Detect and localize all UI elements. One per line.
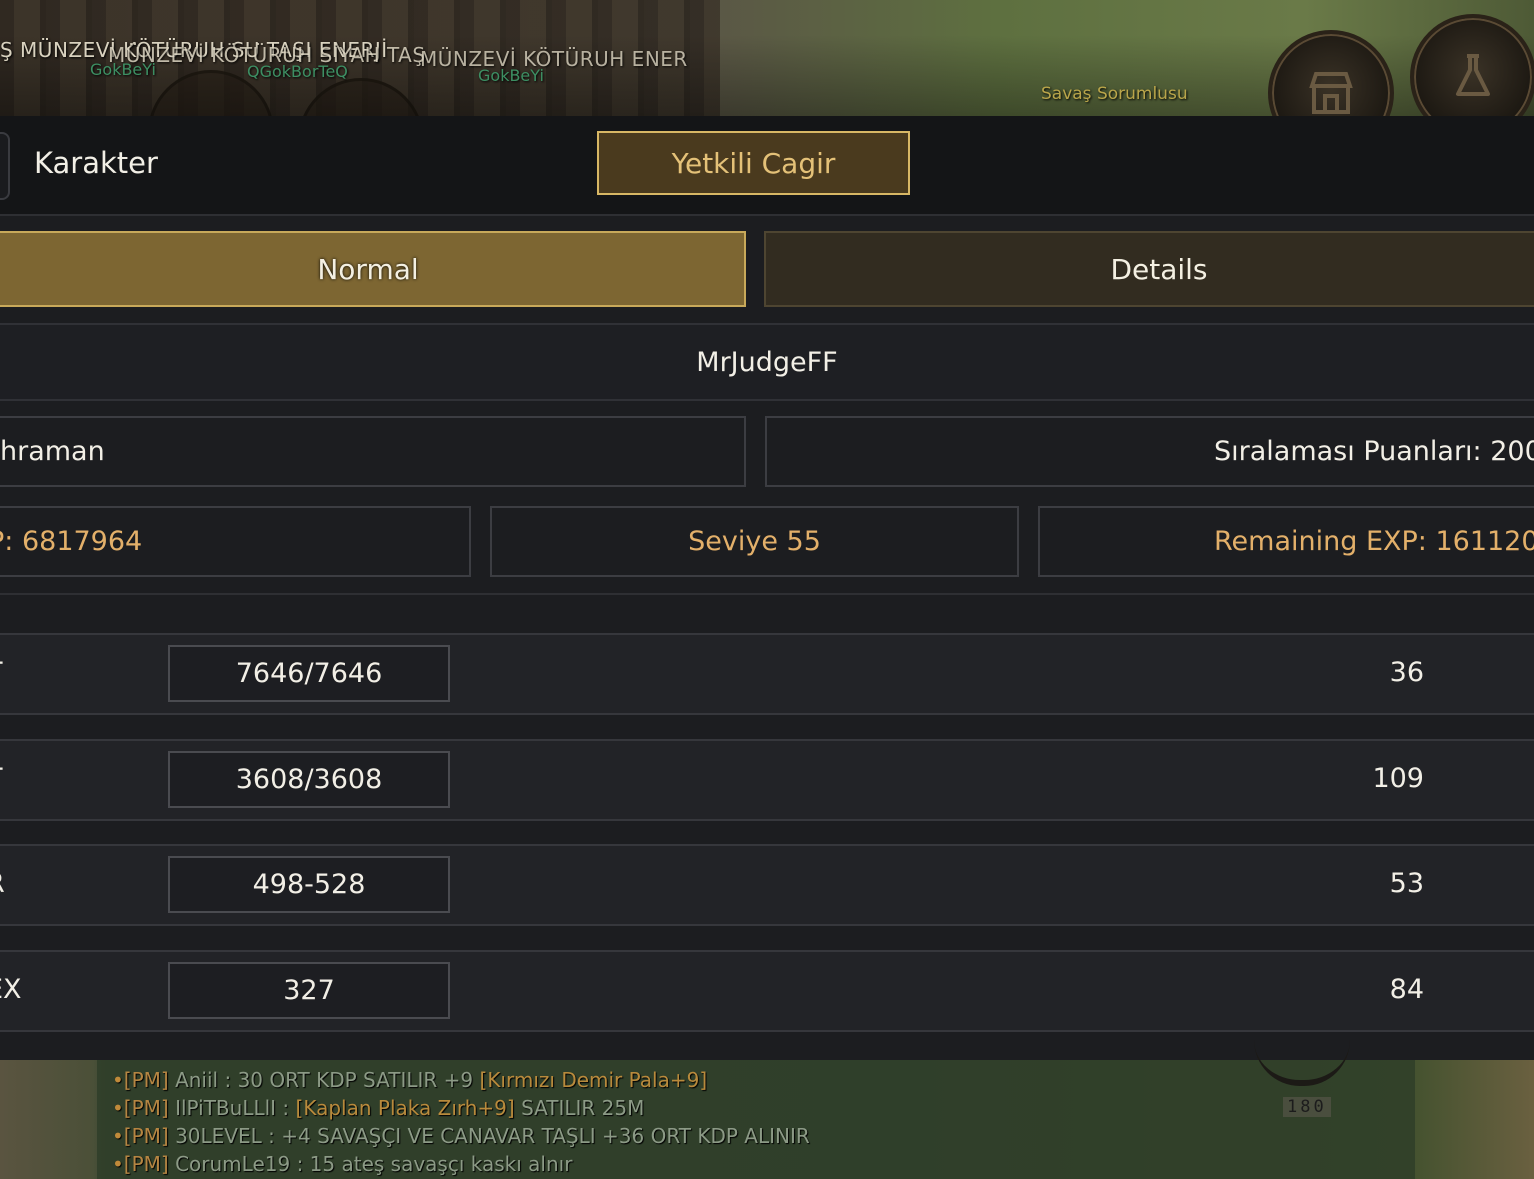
character-class: hraman [0, 416, 746, 487]
chat-sender[interactable]: Aniil : [175, 1068, 231, 1092]
chat-text: 15 ateş savaşçı kaskı alnır [309, 1152, 573, 1176]
panel-back-handle[interactable] [0, 132, 10, 200]
stat-label: T [0, 657, 3, 688]
stat-label: T [0, 763, 3, 794]
tab-details[interactable]: Details [764, 231, 1534, 307]
stat-value: 498-528 [168, 856, 450, 913]
stat-value: 327 [168, 962, 450, 1019]
stat-row: T 3608/3608 109 [0, 739, 1534, 821]
chat-sender[interactable]: CorumLe19 : [175, 1152, 303, 1176]
chat-channel-tag: [PM] [123, 1096, 169, 1120]
chat-channel-tag: [PM] [123, 1152, 169, 1176]
chat-sender[interactable]: IlPiTBuLLlI : [175, 1096, 289, 1120]
chat-bullet: • [112, 1068, 124, 1092]
chat-bullet: • [112, 1152, 124, 1176]
current-exp: P: 6817964 [0, 506, 471, 577]
stat-points: 109 [1372, 763, 1424, 794]
stat-row: R 498-528 53 [0, 844, 1534, 926]
stat-row: EX 327 84 [0, 950, 1534, 1032]
tab-normal[interactable]: Normal [0, 231, 746, 307]
ranking-points: Sıralaması Puanları: 2000 [765, 416, 1534, 487]
chat-message[interactable]: •[PM] CorumLe19 : 15 ateş savaşçı kaskı … [112, 1152, 572, 1176]
chat-text: +4 SAVAŞÇI VE CANAVAR TAŞLI +36 ORT KDP … [281, 1124, 810, 1148]
character-name: MrJudgeFF [0, 323, 1534, 401]
call-gm-button[interactable]: Yetkili Cagir [597, 131, 910, 195]
divider [0, 593, 1534, 595]
npc-name[interactable]: GokBeYi [478, 66, 544, 85]
chat-message[interactable]: •[PM] Aniil : 30 ORT KDP SATILIR +9 [Kır… [112, 1068, 707, 1092]
stat-value: 3608/3608 [168, 751, 450, 808]
npc-name[interactable]: GokBeYi [90, 60, 156, 79]
chat-text: SATILIR 25M [521, 1096, 645, 1120]
chat-item-link[interactable]: [Kaplan Plaka Zırh+9] [296, 1096, 515, 1120]
chat-text: 30 ORT KDP SATILIR +9 [237, 1068, 474, 1092]
stat-value: 7646/7646 [168, 645, 450, 702]
announcement-ticker-echo: MÜNZEVİ KÖTÜRUH ENER [420, 47, 688, 71]
remaining-exp: Remaining EXP: 1611203 [1038, 506, 1534, 577]
stat-label: R [0, 868, 5, 899]
potion-flask-icon [1456, 54, 1490, 96]
hud-counter: 180 [1283, 1097, 1331, 1117]
stat-row: T 7646/7646 36 [0, 633, 1534, 715]
character-class-text: hraman [0, 436, 105, 467]
remaining-exp-text: Remaining EXP: 1611203 [1214, 526, 1534, 557]
stat-points: 36 [1389, 657, 1424, 688]
chat-message[interactable]: •[PM] 30LEVEL : +4 SAVAŞÇI VE CANAVAR TA… [112, 1124, 810, 1148]
panel-title: Karakter [34, 146, 158, 180]
stat-points: 84 [1389, 974, 1424, 1005]
npc-name-war-officer[interactable]: Savaş Sorumlusu [1041, 84, 1188, 104]
character-level: Seviye 55 [490, 506, 1019, 577]
stat-points: 53 [1389, 868, 1424, 899]
ranking-points-text: Sıralaması Puanları: 2000 [1214, 436, 1534, 467]
current-exp-text: P: 6817964 [0, 526, 143, 557]
chat-channel-tag: [PM] [123, 1124, 169, 1148]
character-panel: Karakter Yetkili Cagir Normal Details Mr… [0, 116, 1534, 1060]
game-scene-top: Ş MÜNZEVİ KÖTÜRUH SU TAŞI ENERJİ MÜNZEVİ… [0, 0, 1534, 116]
chat-bullet: • [112, 1096, 124, 1120]
chat-sender[interactable]: 30LEVEL : [175, 1124, 275, 1148]
shop-icon [1309, 72, 1353, 114]
panel-header: Karakter Yetkili Cagir [0, 116, 1534, 216]
chat-item-link[interactable]: [Kırmızı Demir Pala+9] [480, 1068, 708, 1092]
chat-channel-tag: [PM] [123, 1068, 169, 1092]
chat-bullet: • [112, 1124, 124, 1148]
npc-name[interactable]: QGokBorTeQ [247, 62, 348, 81]
stat-label: EX [0, 974, 22, 1005]
chat-message[interactable]: •[PM] IlPiTBuLLlI : [Kaplan Plaka Zırh+9… [112, 1096, 644, 1120]
